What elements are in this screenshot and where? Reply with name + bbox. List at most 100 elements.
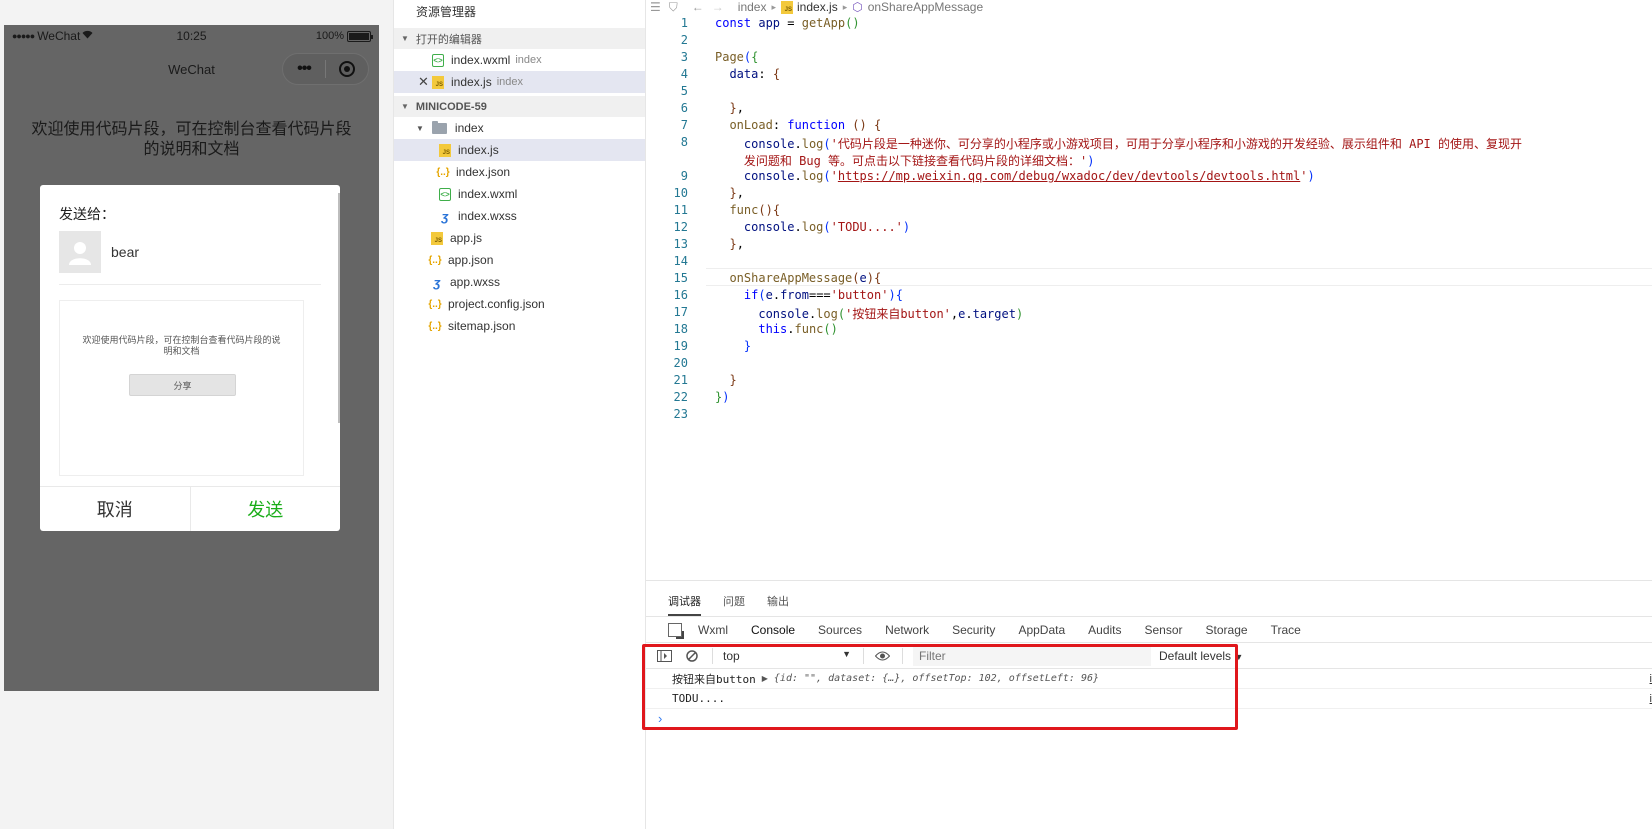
bookmark-icon[interactable]: ⛉: [669, 0, 678, 15]
tree-file-item[interactable]: <> index.wxml: [394, 183, 645, 205]
file-name: index.js: [458, 143, 499, 157]
tab-sources[interactable]: Sources: [818, 623, 862, 637]
nav-title: WeChat: [168, 61, 215, 77]
dialog-scrollbar[interactable]: [338, 193, 340, 423]
tree-file-item[interactable]: ʒ app.wxss: [394, 271, 645, 293]
open-editor-item[interactable]: ✕ JS index.js index: [394, 71, 645, 93]
line-number: 5: [680, 84, 688, 98]
breadcrumb-folder[interactable]: index: [738, 0, 767, 14]
breadcrumb-file[interactable]: index.js: [797, 0, 838, 14]
tab-network[interactable]: Network: [885, 623, 929, 637]
code-line[interactable]: func(){: [715, 203, 780, 217]
line-number: 11: [673, 203, 688, 217]
dialog-actions: 取消 发送: [40, 486, 340, 531]
tab-trace[interactable]: Trace: [1271, 623, 1301, 637]
nav-bar: WeChat •••: [4, 47, 379, 91]
code-line[interactable]: if(e.from==='button'){: [715, 288, 903, 302]
devtools-window: ●●●●● WeChat 10:25 100% WeChat ••• 欢迎使用代…: [0, 0, 1652, 829]
code-line[interactable]: },: [715, 186, 743, 200]
tab-console[interactable]: Console: [751, 623, 795, 637]
filter-input[interactable]: [913, 645, 1151, 666]
expand-triangle-icon[interactable]: ▶: [762, 674, 768, 683]
tab-debugger[interactable]: 调试器: [668, 593, 701, 616]
file-hint: index: [496, 76, 523, 88]
back-arrow-icon[interactable]: ←: [692, 0, 704, 14]
code-line[interactable]: onLoad: function () {: [715, 118, 881, 132]
line-number: 17: [673, 305, 688, 319]
divider: [59, 284, 321, 285]
tab-security[interactable]: Security: [952, 623, 995, 637]
send-to-label: 发送给：: [59, 206, 115, 222]
tab-output[interactable]: 输出: [767, 593, 789, 616]
line-number: 3: [680, 50, 688, 64]
tree-file-item[interactable]: ʒ index.wxss: [394, 205, 645, 227]
code-line[interactable]: data: {: [715, 67, 780, 81]
code-line[interactable]: },: [715, 101, 743, 115]
console-prompt[interactable]: ›: [646, 709, 1652, 727]
close-miniprogram-button[interactable]: [326, 54, 368, 84]
wxss-file-icon: ʒ: [441, 208, 449, 224]
tab-sensor[interactable]: Sensor: [1145, 623, 1183, 637]
log-object[interactable]: {id: "", dataset: {…}, offsetTop: 102, o…: [774, 673, 1099, 684]
close-icon[interactable]: ✕: [418, 74, 429, 90]
contact-row: bear: [59, 231, 139, 273]
tree-file-item[interactable]: {..} app.json: [394, 249, 645, 271]
collapse-triangle-icon: ▼: [401, 34, 409, 43]
cancel-button[interactable]: 取消: [40, 487, 191, 531]
code-line[interactable]: Page({: [715, 50, 758, 64]
file-name: sitemap.json: [448, 319, 516, 333]
folder-item[interactable]: ▼ index: [394, 117, 645, 139]
tab-wxml[interactable]: Wxml: [698, 623, 728, 637]
code-line[interactable]: console.log('代码片段是一种迷你、可分享的小程序或小游戏项目，可用于…: [715, 135, 1522, 152]
js-file-icon: JS: [432, 75, 444, 89]
code-editor[interactable]: ☰ ⛉ ← → index ▸ JS index.js ▸ ⬡ onShareA…: [646, 0, 1652, 580]
log-message: 按钮来自button: [672, 672, 756, 686]
code-line[interactable]: },: [715, 237, 743, 251]
inspect-element-icon[interactable]: [668, 622, 684, 639]
log-levels-select[interactable]: Default levels ▼: [1159, 649, 1243, 663]
console-log-row: 按钮来自button ▶ {id: "", dataset: {…}, offs…: [646, 669, 1652, 689]
tab-audits[interactable]: Audits: [1088, 623, 1121, 637]
folder-icon: [431, 120, 447, 134]
tree-file-item[interactable]: JS index.js: [394, 139, 645, 161]
list-icon[interactable]: ☰: [650, 0, 661, 14]
code-line[interactable]: }): [715, 390, 729, 404]
code-line[interactable]: }: [715, 373, 736, 387]
project-section[interactable]: ▼ MINICODE-59: [394, 96, 645, 117]
status-bar: ●●●●● WeChat 10:25 100%: [4, 25, 379, 47]
code-line[interactable]: onShareAppMessage(e){: [715, 271, 881, 285]
forward-arrow-icon[interactable]: →: [712, 0, 724, 14]
code-line[interactable]: }: [715, 339, 751, 353]
eye-icon[interactable]: [874, 649, 890, 663]
file-name: app.js: [450, 231, 483, 245]
tree-file-item[interactable]: {..} index.json: [394, 161, 645, 183]
sidebar-toggle-icon[interactable]: [656, 649, 672, 663]
line-number: 10: [673, 186, 688, 200]
tab-problems[interactable]: 问题: [723, 593, 745, 616]
code-line[interactable]: console.log('TODU....'): [715, 220, 910, 234]
code-line[interactable]: 发问题和 Bug 等。可点击以下链接查看代码片段的详细文档：'): [715, 152, 1095, 169]
code-line[interactable]: console.log('https://mp.weixin.qq.com/de…: [715, 169, 1315, 183]
dropdown-arrow-icon: ▼: [842, 648, 851, 659]
tree-file-item[interactable]: JS app.js: [394, 227, 645, 249]
tree-file-item[interactable]: {..} sitemap.json: [394, 315, 645, 337]
context-select[interactable]: top ▼: [723, 649, 851, 663]
code-line[interactable]: this.func(): [715, 322, 838, 336]
avatar: [59, 231, 101, 273]
file-name: app.wxss: [450, 275, 501, 289]
tab-appdata[interactable]: AppData: [1018, 623, 1065, 637]
json-file-icon: {..}: [428, 254, 442, 266]
code-line[interactable]: console.log('按钮来自button',e.target): [715, 305, 1023, 322]
collapse-triangle-icon: ▼: [401, 102, 409, 111]
folder-name: index: [454, 121, 484, 135]
open-editors-section[interactable]: ▼ 打开的编辑器: [394, 28, 645, 49]
breadcrumb-symbol[interactable]: onShareAppMessage: [868, 0, 983, 14]
tree-file-item[interactable]: {..} project.config.json: [394, 293, 645, 315]
open-editor-item[interactable]: <> index.wxml index: [394, 49, 645, 71]
breadcrumb: ☰ ⛉ ← → index ▸ JS index.js ▸ ⬡ onShareA…: [646, 0, 983, 14]
tab-storage[interactable]: Storage: [1206, 623, 1248, 637]
send-button[interactable]: 发送: [191, 487, 341, 531]
clear-console-icon[interactable]: [684, 649, 700, 663]
code-line[interactable]: const app = getApp(): [715, 16, 860, 30]
more-button[interactable]: •••: [283, 54, 325, 84]
